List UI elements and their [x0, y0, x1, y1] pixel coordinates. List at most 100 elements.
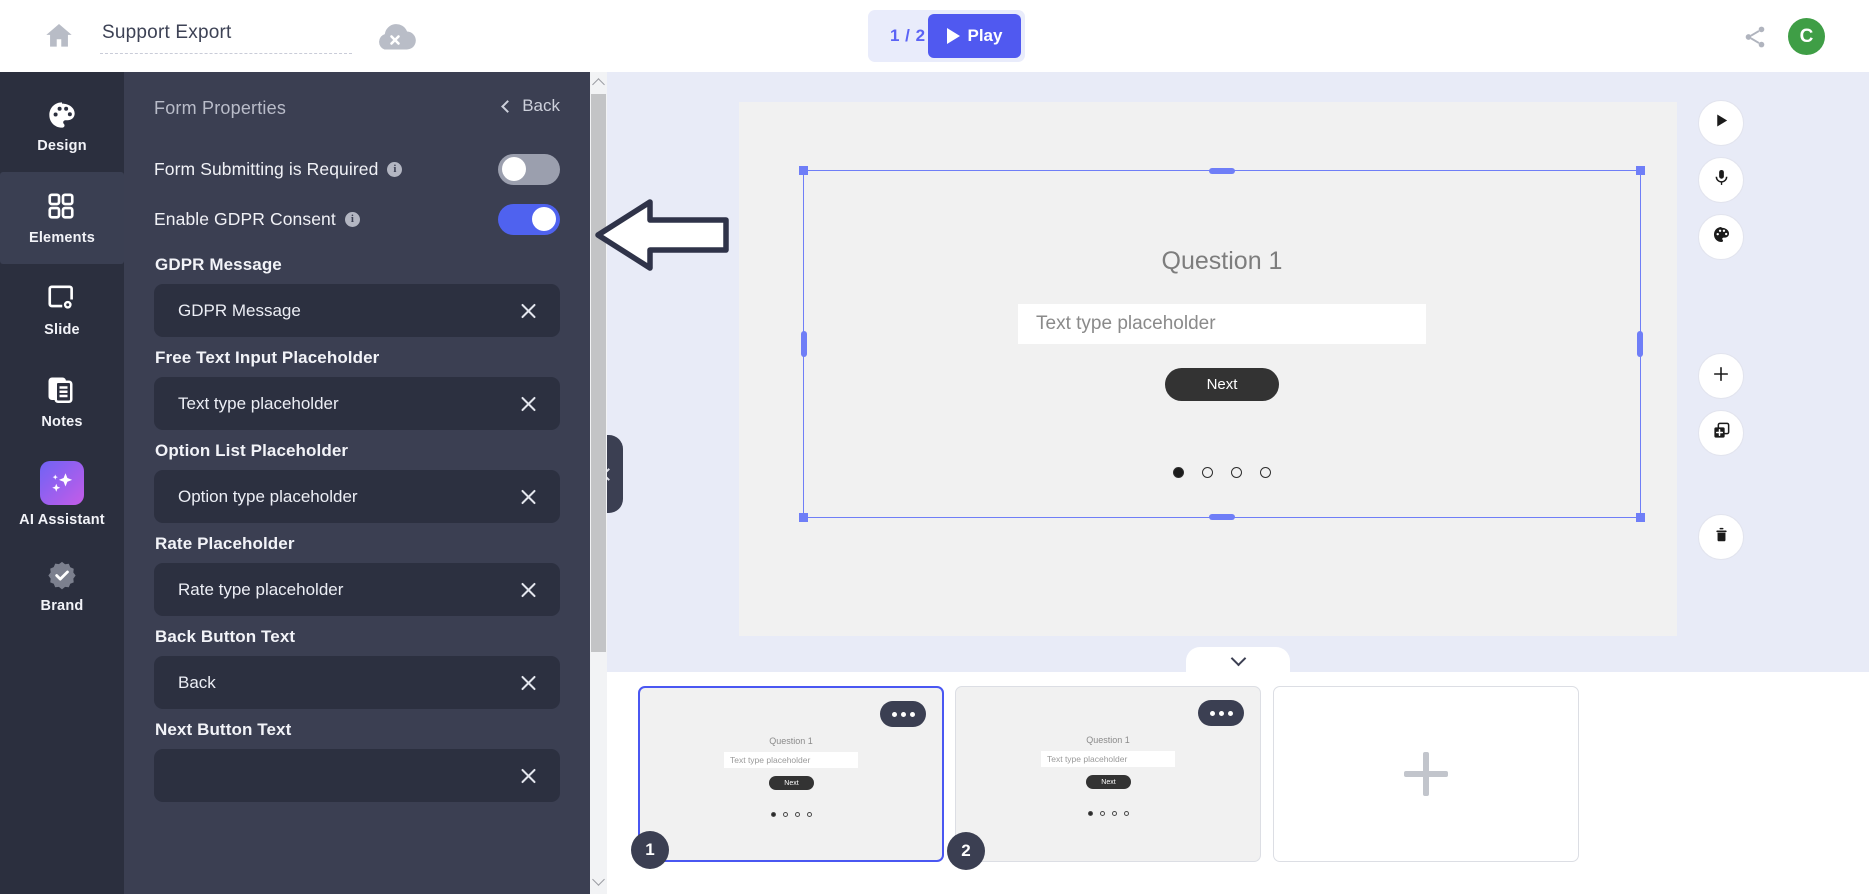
- add-slide-button[interactable]: [1273, 686, 1579, 862]
- cloud-offline-icon[interactable]: [372, 22, 418, 54]
- duplicate-icon: [1712, 421, 1731, 445]
- pagination-dot: [1123, 811, 1129, 816]
- sidebar-item-label: AI Assistant: [19, 511, 105, 528]
- next-button-text-label: Next Button Text: [155, 720, 292, 739]
- info-icon[interactable]: i: [387, 161, 403, 177]
- panel-scrollbar[interactable]: [590, 72, 607, 894]
- slide-menu-button[interactable]: [1198, 700, 1244, 726]
- sidebar-item-design[interactable]: Design: [0, 80, 124, 172]
- pagination-dot[interactable]: [1173, 467, 1184, 478]
- slide-menu-button[interactable]: [880, 701, 926, 727]
- next-button-text-field[interactable]: [154, 749, 560, 802]
- theme-color-button[interactable]: [1698, 214, 1744, 260]
- sidebar-item-elements[interactable]: Elements: [0, 172, 124, 264]
- enable-gdpr-consent-label: Enable GDPR Consent: [154, 208, 336, 229]
- sidebar-item-ai-assistant[interactable]: AI Assistant: [0, 448, 124, 540]
- duplicate-slide-button[interactable]: [1698, 410, 1744, 456]
- grid-icon: [45, 191, 79, 223]
- record-audio-button[interactable]: [1698, 157, 1744, 203]
- left-rail: Design Elements Slide Notes AI Assistant…: [0, 72, 124, 894]
- resize-handle-right[interactable]: [1637, 331, 1643, 357]
- rate-placeholder-input[interactable]: [178, 579, 519, 600]
- sparkles-icon: [40, 460, 84, 505]
- preview-play-button[interactable]: [1698, 100, 1744, 146]
- slide-canvas[interactable]: Question 1 Text type placeholder Next: [739, 102, 1677, 636]
- resize-handle-top-right[interactable]: [1636, 166, 1645, 175]
- back-button-text-field[interactable]: [154, 656, 560, 709]
- sidebar-item-label: Design: [37, 137, 87, 154]
- top-bar: 1 / 2 Play C: [0, 0, 1869, 72]
- close-icon[interactable]: [519, 394, 538, 413]
- slide-thumbnail-2[interactable]: Question 1 Text type placeholder Next 2: [947, 686, 1261, 870]
- document-title-wrapper: [100, 22, 352, 54]
- next-button-text-input[interactable]: [178, 765, 519, 786]
- sidebar-item-label: Brand: [40, 597, 84, 614]
- gdpr-message-input[interactable]: [178, 300, 519, 321]
- filmstrip-collapse-handle[interactable]: [1186, 647, 1290, 673]
- add-element-button[interactable]: [1698, 353, 1744, 399]
- microphone-icon: [1712, 168, 1731, 192]
- enable-gdpr-consent-toggle[interactable]: [498, 203, 560, 235]
- option-list-placeholder-input[interactable]: [178, 486, 519, 507]
- free-text-input-placeholder-input[interactable]: [178, 393, 519, 414]
- thumbnail-question-title: Question 1: [769, 736, 813, 746]
- option-list-placeholder-field[interactable]: [154, 470, 560, 523]
- rate-placeholder-label: Rate Placeholder: [155, 534, 295, 553]
- rate-placeholder-field[interactable]: [154, 563, 560, 616]
- gdpr-message-field[interactable]: [154, 284, 560, 337]
- home-icon[interactable]: [42, 20, 76, 52]
- sidebar-item-label: Slide: [44, 321, 80, 338]
- form-submitting-required-toggle[interactable]: [498, 153, 560, 185]
- slide-thumbnail-1[interactable]: Question 1 Text type placeholder Next 1: [631, 686, 944, 869]
- scrollbar-thumb[interactable]: [591, 94, 606, 652]
- question-text-input[interactable]: Text type placeholder: [1018, 304, 1426, 344]
- canvas-toolbar: [1698, 100, 1744, 560]
- avatar[interactable]: C: [1788, 18, 1825, 55]
- back-button-label: Back: [522, 96, 560, 115]
- resize-handle-top-left[interactable]: [799, 166, 808, 175]
- pagination-dot[interactable]: [1202, 467, 1213, 478]
- resize-handle-top[interactable]: [1209, 168, 1235, 174]
- resize-handle-bottom[interactable]: [1209, 514, 1235, 520]
- sidebar-item-brand[interactable]: Brand: [0, 540, 124, 632]
- document-title-input[interactable]: [100, 22, 352, 54]
- resize-handle-bottom-right[interactable]: [1636, 513, 1645, 522]
- pagination-dot: [1099, 811, 1105, 816]
- close-icon[interactable]: [519, 580, 538, 599]
- share-icon[interactable]: [1742, 24, 1768, 50]
- resize-handle-bottom-left[interactable]: [799, 513, 808, 522]
- resize-handle-left[interactable]: [801, 331, 807, 357]
- app-root: 1 / 2 Play C: [0, 0, 1869, 894]
- delete-slide-button[interactable]: [1698, 514, 1744, 560]
- thumbnail-next-button: Next: [769, 776, 814, 790]
- play-button[interactable]: Play: [928, 14, 1021, 58]
- dot: [891, 711, 897, 717]
- scroll-up-icon[interactable]: [592, 78, 605, 91]
- back-button[interactable]: Back: [501, 96, 560, 116]
- close-icon[interactable]: [519, 301, 538, 320]
- scroll-down-icon[interactable]: [592, 873, 605, 886]
- sidebar-item-slide[interactable]: Slide: [0, 264, 124, 356]
- sidebar-item-notes[interactable]: Notes: [0, 356, 124, 448]
- add-icon: [1711, 364, 1731, 389]
- enable-gdpr-consent-row: Enable GDPR Consent i: [154, 194, 560, 244]
- form-submitting-required-label: Form Submitting is Required: [154, 158, 379, 179]
- play-group: 1 / 2 Play: [868, 10, 1025, 62]
- page-title: Form Properties: [154, 98, 287, 118]
- panel-body: Form Submitting is Required i Enable GDP…: [124, 144, 590, 894]
- trash-icon: [1712, 525, 1731, 549]
- next-button[interactable]: Next: [1165, 368, 1279, 401]
- close-icon[interactable]: [519, 766, 538, 785]
- pagination-dot[interactable]: [1231, 467, 1242, 478]
- info-icon[interactable]: i: [344, 211, 360, 227]
- selection-box[interactable]: Question 1 Text type placeholder Next: [799, 166, 1645, 522]
- free-text-input-placeholder-field[interactable]: [154, 377, 560, 430]
- pagination-dot: [1087, 811, 1093, 816]
- sidebar-item-label: Notes: [41, 413, 83, 430]
- pagination-dot[interactable]: [1260, 467, 1271, 478]
- back-button-text-input[interactable]: [178, 672, 519, 693]
- form-submitting-required-row: Form Submitting is Required i: [154, 144, 560, 194]
- close-icon[interactable]: [519, 487, 538, 506]
- close-icon[interactable]: [519, 673, 538, 692]
- slide-filmstrip: Question 1 Text type placeholder Next 1 …: [607, 672, 1869, 894]
